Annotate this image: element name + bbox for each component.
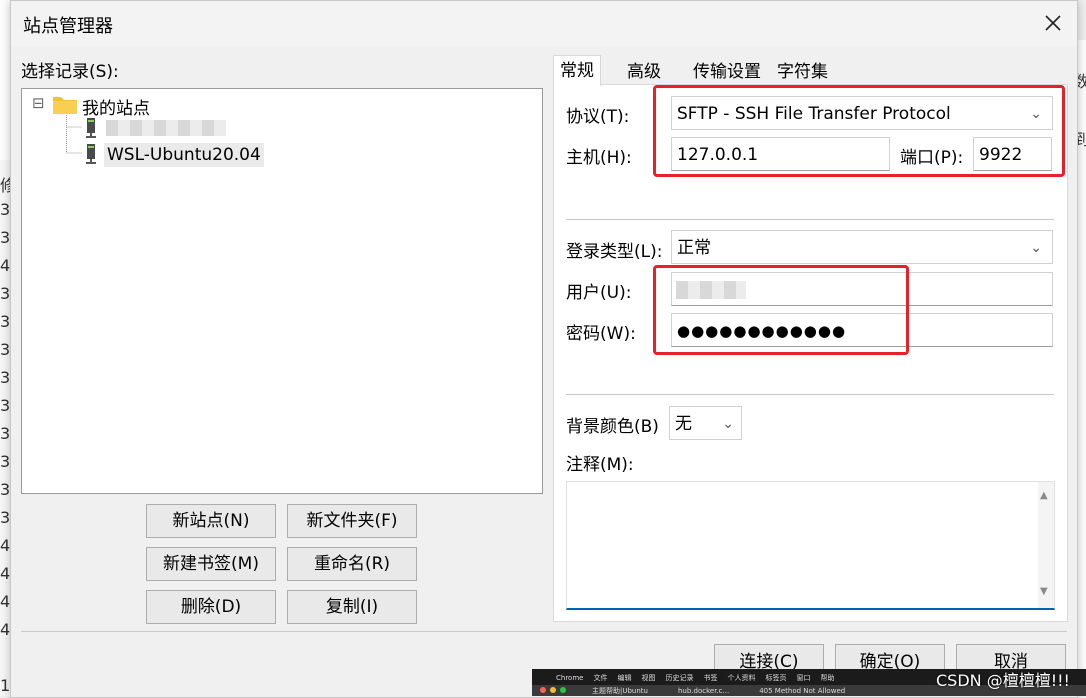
new-site-button[interactable]: 新站点(N) (146, 504, 276, 538)
browser-menu-bar: Chrome 文件 编辑 视图 历史记录 书签 个人资料 标签页 窗口 帮助 (556, 673, 844, 683)
logon-type-value: 正常 (677, 238, 711, 258)
server-icon (86, 144, 96, 164)
separator (566, 394, 1054, 395)
tree-root-label[interactable]: 我的站点 (82, 94, 150, 119)
logon-type-select[interactable]: 正常 ⌄ (671, 230, 1053, 264)
user-label: 用户(U): (566, 283, 632, 303)
highlight-box-connection (653, 85, 1065, 177)
comment-textarea[interactable]: ▲ ▼ (566, 481, 1055, 610)
scroll-up-icon[interactable]: ▲ (1040, 490, 1048, 501)
tab-general[interactable]: 常规 (553, 55, 601, 86)
browser-tab: 405 Method Not Allowed (759, 687, 846, 695)
chevron-down-icon: ⌄ (1030, 240, 1042, 256)
background-color-value: 无 (675, 414, 692, 434)
browser-menu-item: 书签 (703, 674, 718, 682)
site-manager-dialog: 站点管理器 选择记录(S): ⊟ 我的站点 WSL-Ubuntu20.04 新站… (10, 0, 1078, 698)
dialog-title: 站点管理器 (23, 16, 113, 37)
background-color-select[interactable]: 无 ⌄ (669, 406, 742, 440)
chevron-down-icon: ⌄ (722, 416, 734, 432)
server-icon (86, 118, 96, 138)
new-folder-button[interactable]: 新文件夹(F) (287, 504, 417, 538)
site-tree[interactable]: ⊟ 我的站点 WSL-Ubuntu20.04 (21, 88, 543, 494)
browser-menu-item: 视图 (641, 674, 656, 682)
browser-menu-item: Chrome (556, 674, 584, 682)
scroll-down-icon[interactable]: ▼ (1040, 586, 1048, 597)
tree-item-site-1[interactable] (84, 117, 226, 144)
browser-menu-item: 历史记录 (665, 674, 694, 682)
browser-menu-item: 窗口 (796, 674, 811, 682)
close-icon (1045, 15, 1061, 31)
comment-label: 注释(M): (566, 455, 634, 475)
redacted-site-name (106, 120, 226, 136)
rename-button[interactable]: 重命名(R) (287, 547, 417, 581)
tab-charset[interactable]: 字符集 (771, 57, 834, 87)
select-entry-label: 选择记录(S): (21, 62, 119, 82)
browser-menu-item: 个人资料 (727, 674, 756, 682)
background-color-label: 背景颜色(B) (566, 417, 659, 437)
browser-menu-item: 标签页 (765, 674, 787, 682)
copy-button[interactable]: 复制(I) (287, 590, 417, 624)
tree-item-site-2[interactable]: WSL-Ubuntu20.04 (84, 143, 264, 170)
logon-type-label: 登录类型(L): (566, 242, 663, 262)
delete-button[interactable]: 删除(D) (146, 590, 276, 624)
browser-menu-item: 文件 (593, 674, 608, 682)
browser-tab: hub.docker.c... (677, 687, 730, 695)
host-label: 主机(H): (566, 148, 632, 168)
watermark: CSDN @檀檀檀!!! (936, 671, 1070, 690)
footer-separator (21, 631, 1067, 632)
tab-transfer-settings[interactable]: 传输设置 (687, 57, 767, 87)
protocol-label: 协议(T): (566, 107, 630, 127)
browser-menu-item: 帮助 (820, 674, 835, 682)
title-bar: 站点管理器 (11, 1, 1077, 47)
tree-item-label: WSL-Ubuntu20.04 (104, 143, 264, 167)
password-label: 密码(W): (566, 324, 636, 344)
comment-scrollbar[interactable]: ▲ ▼ (1038, 482, 1054, 608)
browser-tab: 主题帮助|Ubuntu (592, 687, 648, 695)
folder-icon (53, 97, 77, 114)
tab-advanced[interactable]: 高级 (621, 57, 667, 87)
separator (566, 219, 1054, 220)
new-bookmark-button[interactable]: 新建书签(M) (146, 547, 276, 581)
collapse-toggle[interactable]: ⊟ (32, 94, 45, 112)
highlight-box-credentials (653, 265, 909, 355)
close-button[interactable] (1039, 9, 1067, 37)
browser-menu-item: 编辑 (617, 674, 632, 682)
